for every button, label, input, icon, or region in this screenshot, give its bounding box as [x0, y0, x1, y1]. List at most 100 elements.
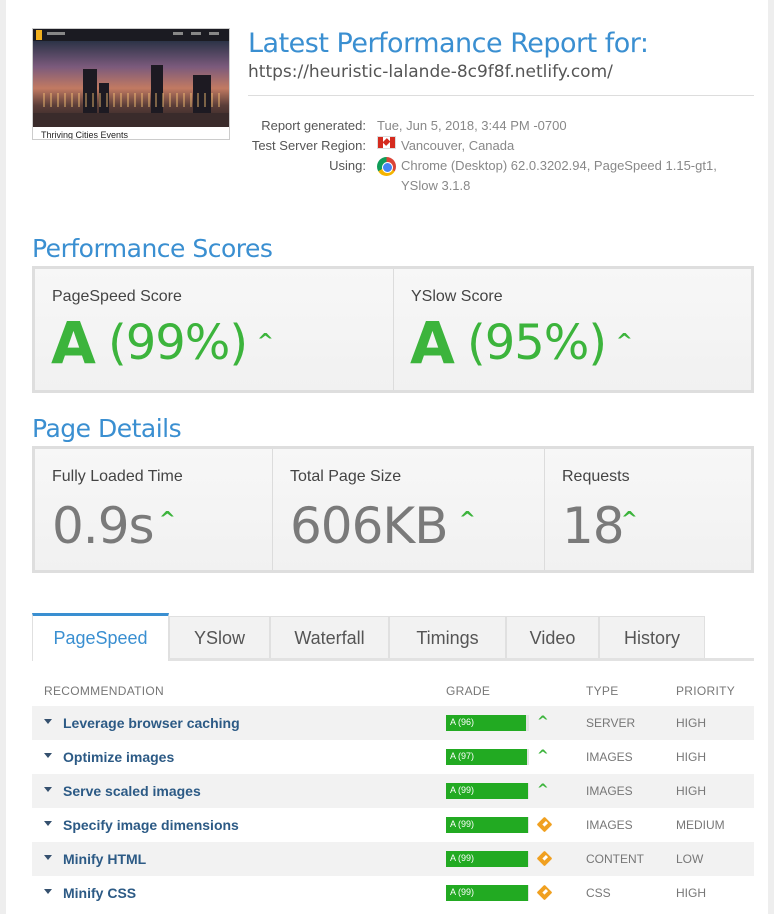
recommendation-type: CONTENT — [586, 852, 644, 866]
tab-waterfall[interactable]: Waterfall — [270, 616, 389, 658]
pagespeed-up-icon: ^ — [257, 329, 274, 353]
caret-down-icon[interactable] — [44, 719, 52, 724]
pagespeed-score-label: PageSpeed Score — [52, 288, 182, 305]
load-time-card[interactable]: Fully Loaded Time 0.9s ^ — [35, 449, 272, 570]
using-label: Using: — [329, 158, 366, 173]
recommendation-name[interactable]: Specify image dimensions — [63, 817, 239, 833]
caret-down-icon[interactable] — [44, 753, 52, 758]
recommendation-priority: HIGH — [676, 716, 706, 730]
grade-text: A (99) — [450, 785, 475, 795]
report-page: Thriving Cities Events Latest Performanc… — [0, 0, 774, 914]
grade-bar: A (99) — [446, 817, 529, 833]
recommendation-type: IMAGES — [586, 750, 633, 764]
grade-bar: A (99) — [446, 885, 529, 901]
report-generated-value: Tue, Jun 5, 2018, 3:44 PM -0700 — [377, 118, 567, 133]
recommendation-priority: MEDIUM — [676, 818, 725, 832]
server-region-label: Test Server Region: — [251, 138, 366, 153]
report-tabs: PageSpeed YSlow Waterfall Timings Video … — [32, 613, 754, 661]
tab-timings[interactable]: Timings — [389, 616, 506, 658]
recommendation-type: SERVER — [586, 716, 636, 730]
recommendation-priority: LOW — [676, 852, 704, 866]
performance-scores-panel: PageSpeed Score A (99%) ^ YSlow Score A … — [32, 266, 754, 393]
pagespeed-score-card[interactable]: PageSpeed Score A (99%) ^ — [35, 269, 393, 390]
column-header-recommendation[interactable]: RECOMMENDATION — [44, 684, 164, 698]
grade-text: A (96) — [450, 717, 475, 727]
page-details-panel: Fully Loaded Time 0.9s ^ Total Page Size… — [32, 446, 754, 573]
load-time-up-icon: ^ — [159, 507, 176, 531]
caret-down-icon[interactable] — [44, 787, 52, 792]
using-value-line2: YSlow 3.1.8 — [401, 178, 471, 193]
recommendation-row[interactable]: Optimize images A (97) ^ IMAGES HIGH — [32, 740, 754, 774]
warning-diamond-icon — [536, 884, 553, 901]
page-details-heading: Page Details — [32, 414, 182, 443]
page-size-card[interactable]: Total Page Size 606KB ^ — [272, 449, 544, 570]
recommendation-type: IMAGES — [586, 784, 633, 798]
pagespeed-percent: (99%) — [108, 315, 248, 371]
chevron-up-icon: ^ — [537, 782, 549, 798]
canada-flag-icon — [377, 136, 396, 149]
column-header-priority[interactable]: PRIORITY — [676, 684, 735, 698]
recommendation-name[interactable]: Leverage browser caching — [63, 715, 240, 731]
recommendation-name[interactable]: Optimize images — [63, 749, 174, 765]
recommendation-type: IMAGES — [586, 818, 633, 832]
yslow-percent: (95%) — [467, 315, 607, 371]
grade-bar: A (99) — [446, 851, 529, 867]
recommendation-name[interactable]: Minify CSS — [63, 885, 136, 901]
thumbnail-logo — [36, 30, 42, 40]
chevron-up-icon: ^ — [537, 748, 549, 764]
requests-up-icon: ^ — [621, 507, 638, 531]
tab-pagespeed[interactable]: PageSpeed — [32, 613, 169, 661]
pagespeed-grade: A — [51, 309, 96, 377]
header-divider — [248, 95, 754, 96]
chrome-icon — [377, 157, 396, 176]
column-header-type[interactable]: TYPE — [586, 684, 619, 698]
thumbnail-navbar — [33, 29, 229, 41]
grade-text: A (99) — [450, 887, 475, 897]
page-size-value: 606KB — [290, 497, 449, 555]
tab-video[interactable]: Video — [506, 616, 599, 658]
recommendation-name[interactable]: Serve scaled images — [63, 783, 201, 799]
recommendation-priority: HIGH — [676, 886, 706, 900]
page-size-up-icon: ^ — [459, 507, 476, 531]
load-time-label: Fully Loaded Time — [52, 468, 183, 485]
report-url[interactable]: https://heuristic-lalande-8c9f8f.netlify… — [248, 62, 613, 82]
warning-diamond-icon — [536, 816, 553, 833]
recommendation-name[interactable]: Minify HTML — [63, 851, 146, 867]
report-title: Latest Performance Report for: — [248, 28, 649, 59]
tab-yslow[interactable]: YSlow — [169, 616, 270, 658]
performance-scores-heading: Performance Scores — [32, 234, 273, 263]
thumbnail-cityscape-image — [33, 41, 229, 127]
recommendation-row[interactable]: Serve scaled images A (99) ^ IMAGES HIGH — [32, 774, 754, 808]
server-region-value: Vancouver, Canada — [401, 138, 515, 153]
recommendation-row[interactable]: Leverage browser caching A (96) ^ SERVER… — [32, 706, 754, 740]
caret-down-icon[interactable] — [44, 821, 52, 826]
yslow-score-card[interactable]: YSlow Score A (95%) ^ — [393, 269, 751, 390]
caret-down-icon[interactable] — [44, 889, 52, 894]
caret-down-icon[interactable] — [44, 855, 52, 860]
page-size-label: Total Page Size — [290, 468, 402, 485]
recommendation-priority: HIGH — [676, 750, 706, 764]
thumbnail-caption: Thriving Cities Events — [41, 130, 129, 140]
requests-card[interactable]: Requests 18 ^ — [544, 449, 751, 570]
tab-history[interactable]: History — [599, 616, 705, 658]
grade-text: A (99) — [450, 819, 475, 829]
requests-value: 18 — [562, 497, 625, 555]
grade-bar: A (99) — [446, 783, 529, 799]
warning-diamond-icon — [536, 850, 553, 867]
column-header-grade[interactable]: GRADE — [446, 684, 490, 698]
using-value-line1: Chrome (Desktop) 62.0.3202.94, PageSpeed… — [401, 158, 717, 173]
load-time-value: 0.9s — [52, 497, 155, 555]
site-thumbnail[interactable]: Thriving Cities Events — [32, 28, 230, 140]
recommendation-row[interactable]: Minify CSS A (99) CSS HIGH — [32, 876, 754, 910]
report-generated-label: Report generated: — [261, 118, 366, 133]
requests-label: Requests — [562, 468, 630, 485]
grade-text: A (99) — [450, 853, 475, 863]
recommendation-row[interactable]: Minify HTML A (99) CONTENT LOW — [32, 842, 754, 876]
recommendation-type: CSS — [586, 886, 611, 900]
grade-bar: A (97) — [446, 749, 529, 765]
yslow-up-icon: ^ — [616, 329, 633, 353]
grade-bar: A (96) — [446, 715, 529, 731]
chevron-up-icon: ^ — [537, 714, 549, 730]
yslow-grade: A — [410, 309, 455, 377]
recommendation-row[interactable]: Specify image dimensions A (99) IMAGES M… — [32, 808, 754, 842]
